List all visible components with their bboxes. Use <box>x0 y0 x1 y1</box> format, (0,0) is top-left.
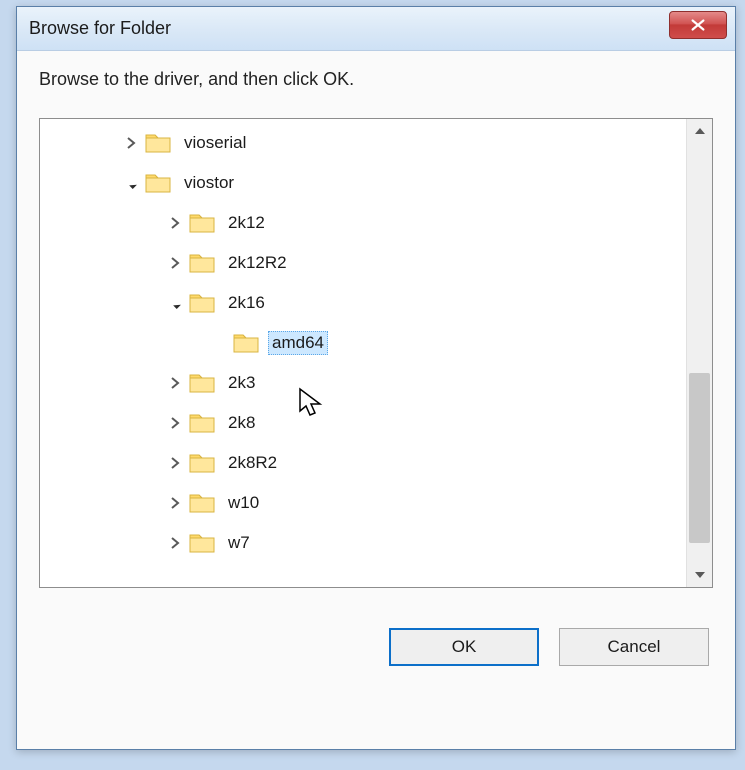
tree-item[interactable]: vioserial <box>40 123 686 163</box>
chevron-down-icon[interactable] <box>120 172 142 194</box>
tree-item[interactable]: 2k16 <box>40 283 686 323</box>
tree-item[interactable]: 2k12R2 <box>40 243 686 283</box>
tree-item-label: 2k3 <box>224 371 259 395</box>
folder-icon <box>188 291 216 315</box>
ok-button[interactable]: OK <box>389 628 539 666</box>
scrollbar-thumb[interactable] <box>689 373 710 543</box>
dialog-content: Browse to the driver, and then click OK.… <box>17 51 735 749</box>
tree-item[interactable]: viostor <box>40 163 686 203</box>
tree-item[interactable]: 2k8 <box>40 403 686 443</box>
folder-tree-container: vioserial viostor 2k12 2k12R2 2k16 amd64 2k3 2k… <box>39 118 713 588</box>
ok-button-label: OK <box>452 637 477 657</box>
scroll-down-arrow-icon[interactable] <box>687 563 712 587</box>
prompt-text: Browse to the driver, and then click OK. <box>39 69 713 90</box>
chevron-right-icon[interactable] <box>120 132 142 154</box>
tree-item-label: 2k12R2 <box>224 251 291 275</box>
tree-item-label: amd64 <box>268 331 328 355</box>
chevron-right-icon[interactable] <box>164 252 186 274</box>
chevron-down-icon[interactable] <box>164 292 186 314</box>
tree-item-label: 2k12 <box>224 211 269 235</box>
cancel-button[interactable]: Cancel <box>559 628 709 666</box>
cancel-button-label: Cancel <box>608 637 661 657</box>
browse-for-folder-dialog: Browse for Folder Browse to the driver, … <box>16 6 736 750</box>
tree-item-label: 2k16 <box>224 291 269 315</box>
tree-item-label: vioserial <box>180 131 250 155</box>
folder-icon <box>232 331 260 355</box>
chevron-right-icon[interactable] <box>164 212 186 234</box>
tree-item[interactable]: w10 <box>40 483 686 523</box>
folder-icon <box>188 211 216 235</box>
titlebar[interactable]: Browse for Folder <box>17 7 735 51</box>
tree-item-label: 2k8 <box>224 411 259 435</box>
folder-icon <box>188 411 216 435</box>
folder-icon <box>188 371 216 395</box>
folder-icon <box>188 251 216 275</box>
folder-icon <box>188 451 216 475</box>
tree-item[interactable]: 2k3 <box>40 363 686 403</box>
tree-item[interactable]: 2k12 <box>40 203 686 243</box>
chevron-right-icon[interactable] <box>164 532 186 554</box>
chevron-right-icon[interactable] <box>164 492 186 514</box>
chevron-right-icon[interactable] <box>164 372 186 394</box>
scroll-up-arrow-icon[interactable] <box>687 119 712 143</box>
tree-item[interactable]: 2k8R2 <box>40 443 686 483</box>
chevron-right-icon[interactable] <box>164 452 186 474</box>
tree-item-label: w10 <box>224 491 263 515</box>
window-title: Browse for Folder <box>29 18 171 39</box>
scrollbar-track[interactable] <box>687 143 712 563</box>
folder-icon <box>188 491 216 515</box>
close-button[interactable] <box>669 11 727 39</box>
dialog-buttons: OK Cancel <box>39 628 713 666</box>
tree-item[interactable]: w7 <box>40 523 686 563</box>
tree-item[interactable]: amd64 <box>40 323 686 363</box>
tree-item-label: 2k8R2 <box>224 451 281 475</box>
folder-icon <box>144 131 172 155</box>
close-icon <box>689 18 707 32</box>
scrollbar[interactable] <box>686 119 712 587</box>
folder-icon <box>188 531 216 555</box>
folder-tree[interactable]: vioserial viostor 2k12 2k12R2 2k16 amd64 2k3 2k… <box>40 119 686 587</box>
tree-item-label: viostor <box>180 171 238 195</box>
tree-item-label: w7 <box>224 531 254 555</box>
folder-icon <box>144 171 172 195</box>
chevron-right-icon[interactable] <box>164 412 186 434</box>
